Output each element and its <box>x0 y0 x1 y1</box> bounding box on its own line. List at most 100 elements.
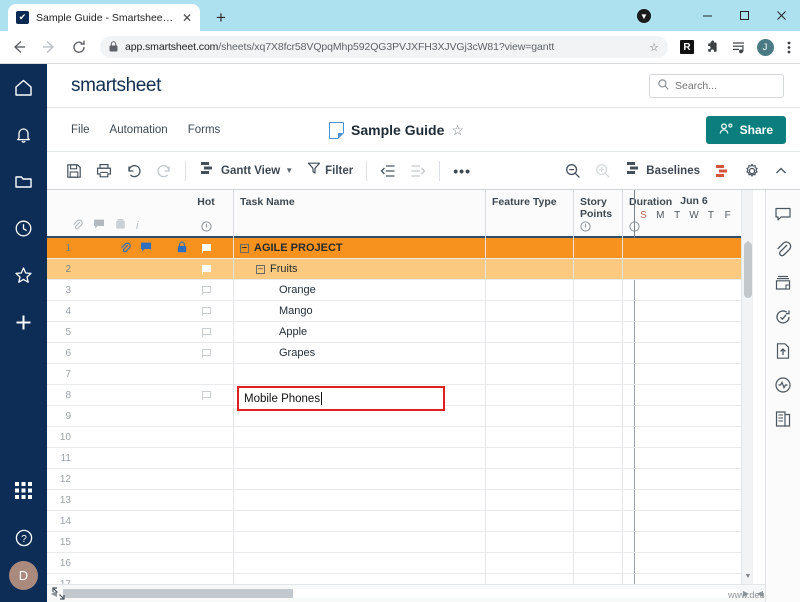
cell-hot[interactable] <box>179 553 234 573</box>
horizontal-scroll-track[interactable] <box>61 589 739 598</box>
zoom-out-button[interactable] <box>558 152 588 190</box>
cell-hot[interactable] <box>179 364 234 384</box>
table-row[interactable]: 14 <box>47 511 753 532</box>
more-options-button[interactable]: ••• <box>446 152 478 190</box>
rakuten-extension-icon[interactable]: R <box>674 32 700 62</box>
column-header-hot[interactable]: Hot <box>179 190 234 238</box>
cell-story-points[interactable] <box>574 469 623 489</box>
table-row[interactable]: 4 Mango <box>47 301 753 322</box>
cell-duration[interactable] <box>623 406 683 426</box>
share-button[interactable]: Share <box>705 116 786 144</box>
kebab-menu-icon[interactable] <box>778 32 800 62</box>
column-header-feature-type[interactable]: Feature Type <box>486 190 574 238</box>
cell-task-name[interactable] <box>234 448 486 468</box>
cell-hot[interactable] <box>179 469 234 489</box>
favorite-star-icon[interactable]: ☆ <box>451 122 464 139</box>
forward-icon[interactable] <box>34 32 64 62</box>
browser-tab[interactable]: ✔ Sample Guide - Smartsheet.com ✕ <box>8 4 200 31</box>
cell-task-name[interactable] <box>234 511 486 531</box>
cell-story-points[interactable] <box>574 448 623 468</box>
activity-log-icon[interactable] <box>766 368 800 402</box>
indent-button[interactable] <box>403 152 433 190</box>
cell-duration[interactable] <box>623 469 683 489</box>
search-input[interactable] <box>675 80 775 92</box>
menu-item-file[interactable]: File <box>61 124 100 136</box>
collapse-toggle[interactable] <box>240 243 249 253</box>
table-row[interactable]: 11 <box>47 448 753 469</box>
cell-hot[interactable] <box>179 490 234 510</box>
horizontal-scroll-thumb[interactable] <box>63 589 293 598</box>
collapse-toolbar-button[interactable] <box>767 152 800 190</box>
view-switcher[interactable]: Gantt View ▼ <box>192 152 300 190</box>
cell-feature-type[interactable] <box>486 259 574 279</box>
cell-hot[interactable] <box>179 322 234 342</box>
cell-hot[interactable] <box>179 301 234 321</box>
table-row[interactable]: 15 <box>47 532 753 553</box>
table-row[interactable]: 3 Orange <box>47 280 753 301</box>
cell-story-points[interactable] <box>574 490 623 510</box>
download-indicator-icon[interactable]: ▼ <box>637 9 651 23</box>
undo-button[interactable] <box>119 152 149 190</box>
cell-task-name[interactable]: AGILE PROJECT <box>234 238 486 258</box>
table-row[interactable]: 16 <box>47 553 753 574</box>
filter-button[interactable]: Filter <box>300 152 360 190</box>
sidebar-item-create[interactable] <box>0 299 47 346</box>
cell-story-points[interactable] <box>574 259 623 279</box>
table-row[interactable]: 10 <box>47 427 753 448</box>
cell-duration[interactable] <box>623 553 683 573</box>
update-requests-icon[interactable] <box>766 300 800 334</box>
cell-story-points[interactable] <box>574 364 623 384</box>
cell-duration[interactable] <box>623 511 683 531</box>
cell-duration[interactable] <box>623 385 683 405</box>
table-row[interactable]: 6 Grapes <box>47 343 753 364</box>
cell-hot[interactable] <box>179 385 234 405</box>
cell-feature-type[interactable] <box>486 364 574 384</box>
cell-hot[interactable] <box>179 238 234 258</box>
cell-feature-type[interactable] <box>486 532 574 552</box>
cell-story-points[interactable] <box>574 343 623 363</box>
table-row[interactable]: 1 AGILE PROJECT <box>47 238 753 259</box>
cell-duration[interactable] <box>623 301 683 321</box>
cell-story-points[interactable] <box>574 511 623 531</box>
sidebar-item-browse[interactable] <box>0 158 47 205</box>
user-avatar[interactable]: D <box>9 561 38 590</box>
table-row[interactable]: 13 <box>47 490 753 511</box>
cell-task-name[interactable] <box>234 553 486 573</box>
baselines-button[interactable]: Baselines <box>618 152 707 190</box>
close-icon[interactable]: ✕ <box>182 12 192 24</box>
cell-story-points[interactable] <box>574 238 623 258</box>
proofs-icon[interactable] <box>766 266 800 300</box>
cell-feature-type[interactable] <box>486 490 574 510</box>
attachments-paperclip-icon[interactable] <box>766 232 800 266</box>
address-bar[interactable]: app.smartsheet.com/sheets/xq7X8fcr58VQpq… <box>100 36 668 58</box>
cell-task-name[interactable]: Apple <box>234 322 486 342</box>
cell-hot[interactable] <box>179 343 234 363</box>
column-header-story-points[interactable]: Story Points <box>574 190 623 238</box>
redo-button[interactable] <box>149 152 179 190</box>
cell-feature-type[interactable] <box>486 511 574 531</box>
sidebar-item-recents[interactable] <box>0 205 47 252</box>
cell-story-points[interactable] <box>574 406 623 426</box>
column-header-task-name[interactable]: Task Name <box>234 190 486 238</box>
profile-avatar[interactable]: J <box>752 32 778 62</box>
cell-task-name[interactable] <box>234 364 486 384</box>
cell-hot[interactable] <box>179 532 234 552</box>
zoom-in-button[interactable] <box>588 152 618 190</box>
global-search[interactable] <box>649 74 784 98</box>
cell-duration[interactable] <box>623 238 683 258</box>
cell-feature-type[interactable] <box>486 385 574 405</box>
cell-feature-type[interactable] <box>486 322 574 342</box>
table-row[interactable]: 5 Apple <box>47 322 753 343</box>
sidebar-item-notifications[interactable] <box>0 111 47 158</box>
sidebar-item-apps[interactable] <box>0 467 47 514</box>
reload-icon[interactable] <box>64 32 94 62</box>
cell-feature-type[interactable] <box>486 301 574 321</box>
cell-task-name[interactable]: Orange <box>234 280 486 300</box>
scroll-down-icon[interactable]: ▼ <box>744 573 752 580</box>
collapse-toggle[interactable] <box>256 264 265 274</box>
conversations-icon[interactable] <box>766 198 800 232</box>
cell-feature-type[interactable] <box>486 343 574 363</box>
row-attachment-icon[interactable] <box>119 241 131 256</box>
back-icon[interactable] <box>4 32 34 62</box>
cell-hot[interactable] <box>179 406 234 426</box>
